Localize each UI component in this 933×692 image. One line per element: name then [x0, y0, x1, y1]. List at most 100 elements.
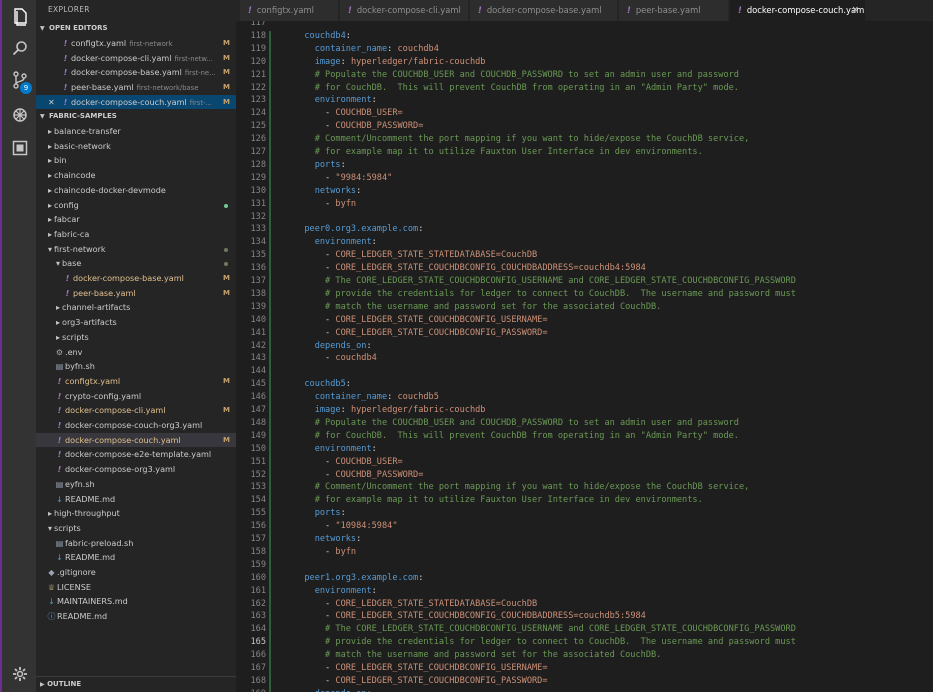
folder-item[interactable]: ▸ bin: [36, 153, 236, 168]
code-line[interactable]: - CORE_LEDGER_STATE_COUCHDBCONFIG_COUCHD…: [294, 611, 646, 621]
folder-item[interactable]: ▸ fabcar: [36, 212, 236, 227]
code-line[interactable]: - "10984:5984": [294, 521, 397, 531]
code-line[interactable]: peer1.org3.example.com:: [294, 573, 423, 583]
code-line[interactable]: # for CouchDB. This will prevent CouchDB…: [294, 83, 739, 93]
code-line[interactable]: environment:: [294, 586, 377, 596]
debug-icon[interactable]: [9, 104, 31, 126]
code-line[interactable]: peer0.org3.example.com:: [294, 224, 423, 234]
open-editors-header[interactable]: ▼ OPEN EDITORS: [36, 21, 236, 35]
search-icon[interactable]: [9, 37, 31, 59]
code-line[interactable]: networks:: [294, 186, 362, 196]
code-line[interactable]: - couchdb4: [294, 353, 377, 363]
file-item[interactable]: ♕ LICENSE: [36, 580, 236, 595]
code-line[interactable]: - CORE_LEDGER_STATE_COUCHDBCONFIG_USERNA…: [294, 315, 548, 325]
code-line[interactable]: # Comment/Uncomment the port mapping if …: [294, 134, 750, 144]
folder-item[interactable]: ▸ scripts: [36, 330, 236, 345]
file-item[interactable]: ⚙ .env: [36, 345, 236, 360]
folder-item[interactable]: ▸ chaincode: [36, 168, 236, 183]
file-item[interactable]: ! peer-base.yaml M: [36, 286, 236, 301]
code-line[interactable]: networks:: [294, 534, 362, 544]
code-line[interactable]: - byfn: [294, 199, 356, 209]
code-editor[interactable]: 117 118 couchdb4: 119 container_name: couc…: [236, 21, 933, 692]
file-item[interactable]: ! docker-compose-cli.yaml M: [36, 403, 236, 418]
code-line[interactable]: couchdb5:: [294, 379, 351, 389]
open-editor-item[interactable]: ✕! docker-compose-couch.yaml first-... M: [36, 94, 236, 110]
tab-peer-base[interactable]: ! peer-base.yaml: [619, 0, 729, 21]
code-line[interactable]: - byfn: [294, 547, 356, 557]
code-line[interactable]: - COUCHDB_USER=: [294, 457, 403, 467]
file-item[interactable]: ▤ byfn.sh: [36, 359, 236, 374]
open-editor-item[interactable]: ! docker-compose-cli.yaml first-netw... M: [36, 51, 236, 66]
code-line[interactable]: - COUCHDB_USER=: [294, 108, 403, 118]
open-editor-item[interactable]: ! peer-base.yaml first-network/base M: [36, 80, 236, 95]
code-line[interactable]: environment:: [294, 95, 377, 105]
code-line[interactable]: - CORE_LEDGER_STATE_COUCHDBCONFIG_COUCHD…: [294, 263, 646, 273]
code-line[interactable]: - CORE_LEDGER_STATE_STATEDATABASE=CouchD…: [294, 250, 537, 260]
code-line[interactable]: - COUCHDB_PASSWORD=: [294, 121, 423, 131]
folder-item[interactable]: ▸ org3-artifacts: [36, 315, 236, 330]
code-line[interactable]: - COUCHDB_PASSWORD=: [294, 470, 423, 480]
file-item[interactable]: ! docker-compose-e2e-template.yaml: [36, 447, 236, 462]
file-item[interactable]: ! crypto-config.yaml: [36, 389, 236, 404]
code-line[interactable]: - CORE_LEDGER_STATE_COUCHDBCONFIG_PASSWO…: [294, 328, 548, 338]
folder-item[interactable]: ▾ first-network: [36, 242, 236, 257]
file-item[interactable]: ↓ MAINTAINERS.md: [36, 594, 236, 609]
extensions-icon[interactable]: [9, 137, 31, 159]
folder-item[interactable]: ▸ balance-transfer: [36, 124, 236, 139]
file-item[interactable]: ! docker-compose-couch.yaml M: [36, 432, 236, 448]
file-item[interactable]: ⓘ README.md: [36, 609, 236, 624]
tab-docker-compose-couch[interactable]: ! docker-compose-couch.yaml ×: [730, 0, 866, 21]
folder-item[interactable]: ▾ base: [36, 256, 236, 271]
code-line[interactable]: # Comment/Uncomment the port mapping if …: [294, 482, 750, 492]
code-line[interactable]: container_name: couchdb5: [294, 392, 439, 402]
workspace-header[interactable]: ▼ FABRIC-SAMPLES: [36, 109, 236, 123]
code-line[interactable]: ports:: [294, 508, 346, 518]
file-item[interactable]: ! docker-compose-base.yaml M: [36, 271, 236, 286]
folder-item[interactable]: ▸ config: [36, 198, 236, 213]
code-line[interactable]: # provide the credentials for ledger to …: [294, 289, 796, 299]
folder-item[interactable]: ▸ basic-network: [36, 139, 236, 154]
code-line[interactable]: # provide the credentials for ledger to …: [294, 637, 796, 647]
open-editor-item[interactable]: ! docker-compose-base.yaml first-ne... M: [36, 65, 236, 80]
code-line[interactable]: - "9984:5984": [294, 173, 392, 183]
folder-item[interactable]: ▾ scripts: [36, 521, 236, 536]
open-editor-item[interactable]: ! configtx.yaml first-network M: [36, 36, 236, 51]
file-item[interactable]: ! docker-compose-org3.yaml: [36, 462, 236, 477]
tab-configtx[interactable]: ! configtx.yaml: [240, 0, 339, 21]
code-line[interactable]: - CORE_LEDGER_STATE_COUCHDBCONFIG_PASSWO…: [294, 676, 548, 686]
files-icon[interactable]: [9, 6, 31, 28]
tab-docker-compose-base[interactable]: ! docker-compose-base.yaml: [470, 0, 618, 21]
code-line[interactable]: # for example map it to utilize Fauxton …: [294, 147, 703, 157]
code-line[interactable]: depends_on:: [294, 341, 372, 351]
code-line[interactable]: # for CouchDB. This will prevent CouchDB…: [294, 431, 739, 441]
code-line[interactable]: image: hyperledger/fabric-couchdb: [294, 405, 486, 415]
code-line[interactable]: container_name: couchdb4: [294, 44, 439, 54]
close-icon[interactable]: ×: [851, 0, 859, 21]
outline-header[interactable]: ▶ OUTLINE: [36, 676, 236, 692]
folder-item[interactable]: ▸ high-throughput: [36, 506, 236, 521]
code-line[interactable]: # Populate the COUCHDB_USER and COUCHDB_…: [294, 70, 739, 80]
code-line[interactable]: - CORE_LEDGER_STATE_COUCHDBCONFIG_USERNA…: [294, 663, 548, 673]
file-item[interactable]: ↓ README.md: [36, 550, 236, 565]
folder-item[interactable]: ▸ chaincode-docker-devmode: [36, 183, 236, 198]
code-line[interactable]: couchdb4:: [294, 31, 351, 41]
tab-docker-compose-cli[interactable]: ! docker-compose-cli.yaml: [340, 0, 469, 21]
code-line[interactable]: image: hyperledger/fabric-couchdb: [294, 57, 486, 67]
folder-item[interactable]: ▸ fabric-ca: [36, 227, 236, 242]
code-line[interactable]: # for example map it to utilize Fauxton …: [294, 495, 703, 505]
code-line[interactable]: - CORE_LEDGER_STATE_STATEDATABASE=CouchD…: [294, 599, 537, 609]
code-line[interactable]: # The CORE_LEDGER_STATE_COUCHDBCONFIG_US…: [294, 624, 796, 634]
code-line[interactable]: ports:: [294, 160, 346, 170]
code-line[interactable]: # match the username and password set fo…: [294, 650, 661, 660]
file-item[interactable]: ◆ .gitignore: [36, 565, 236, 580]
settings-icon[interactable]: [9, 663, 31, 685]
file-item[interactable]: ▤ eyfn.sh: [36, 477, 236, 492]
code-line[interactable]: # Populate the COUCHDB_USER and COUCHDB_…: [294, 418, 739, 428]
code-line[interactable]: # The CORE_LEDGER_STATE_COUCHDBCONFIG_US…: [294, 276, 796, 286]
file-item[interactable]: ↓ README.md: [36, 492, 236, 507]
code-line[interactable]: environment:: [294, 237, 377, 247]
file-item[interactable]: ! docker-compose-couch-org3.yaml: [36, 418, 236, 433]
code-line[interactable]: environment:: [294, 444, 377, 454]
file-item[interactable]: ! configtx.yaml M: [36, 374, 236, 389]
folder-item[interactable]: ▸ channel-artifacts: [36, 300, 236, 315]
